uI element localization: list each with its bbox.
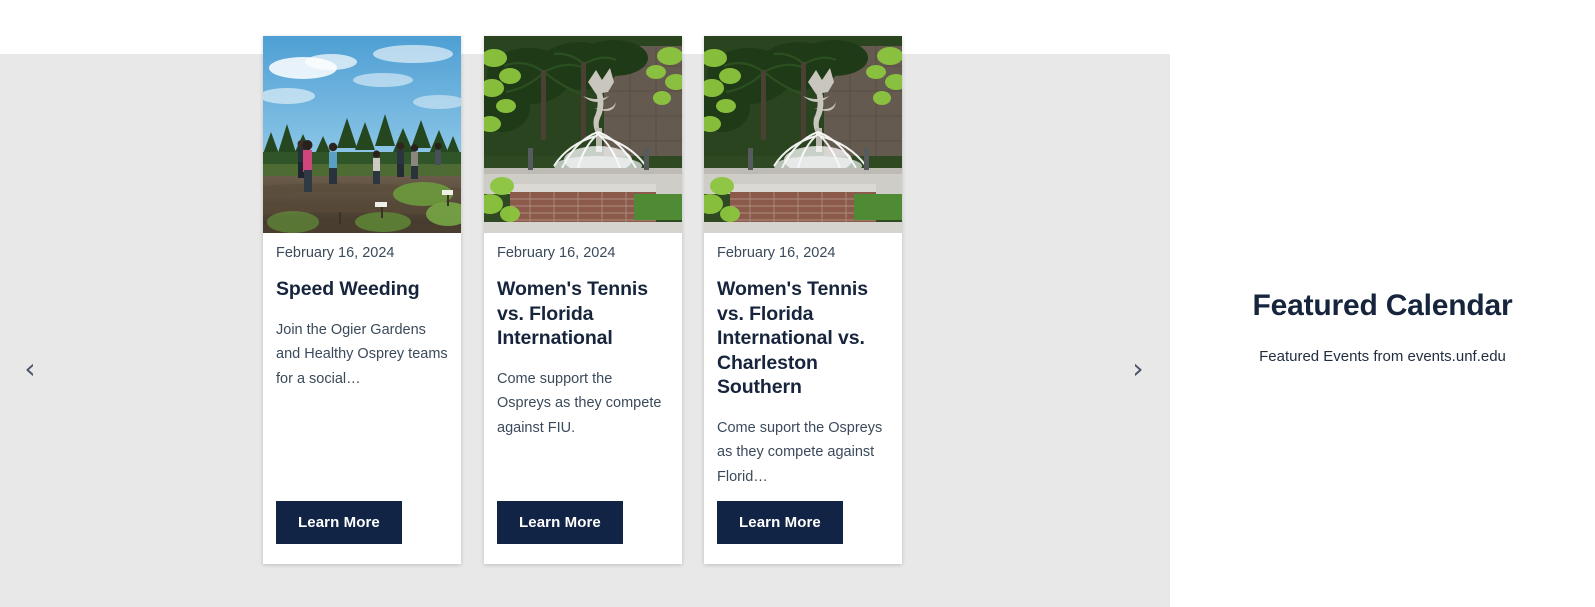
event-description: Come support the Ospreys as they compete…	[497, 370, 662, 436]
event-card-body: February 16, 2024 Women's Tennis vs. Flo…	[484, 233, 682, 501]
learn-more-button[interactable]: Learn More	[717, 501, 843, 544]
event-card-footer: Learn More	[704, 501, 902, 564]
event-card-footer: Learn More	[484, 501, 682, 564]
event-card[interactable]: February 16, 2024 Women's Tennis vs. Flo…	[704, 36, 902, 564]
chevron-left-icon[interactable]: ‹	[10, 350, 50, 390]
event-title: Women's Tennis vs. Florida International…	[717, 278, 868, 398]
campus-fountain-photo	[704, 36, 902, 233]
event-title: Women's Tennis vs. Florida International	[497, 278, 648, 349]
event-description: Join the Ogier Gardens and Healthy Ospre…	[276, 321, 448, 387]
event-card-footer: Learn More	[263, 501, 461, 564]
featured-calendar-block: Featured Calendar Featured Events from e…	[1170, 0, 1595, 607]
event-date: February 16, 2024	[717, 245, 836, 261]
event-date: February 16, 2024	[497, 245, 616, 261]
chevron-right-icon[interactable]: ›	[1118, 350, 1158, 390]
learn-more-button[interactable]: Learn More	[497, 501, 623, 544]
event-card[interactable]: February 16, 2024 Speed Weeding Join the…	[263, 36, 461, 564]
community-garden-photo	[263, 36, 461, 233]
event-card-body: February 16, 2024 Women's Tennis vs. Flo…	[704, 233, 902, 501]
learn-more-button[interactable]: Learn More	[276, 501, 402, 544]
event-card[interactable]: February 16, 2024 Women's Tennis vs. Flo…	[484, 36, 682, 564]
event-description: Come suport the Ospreys as they compete …	[717, 419, 883, 485]
page-root: ‹ › February 16, 2024 Speed Weeding Join…	[0, 0, 1595, 607]
event-title: Speed Weeding	[276, 278, 420, 300]
campus-fountain-photo	[484, 36, 682, 233]
event-card-body: February 16, 2024 Speed Weeding Join the…	[263, 233, 461, 501]
featured-calendar-subtitle: Featured Events from events.unf.edu	[1259, 348, 1506, 365]
featured-calendar-title: Featured Calendar	[1252, 289, 1513, 322]
event-date: February 16, 2024	[276, 245, 395, 261]
